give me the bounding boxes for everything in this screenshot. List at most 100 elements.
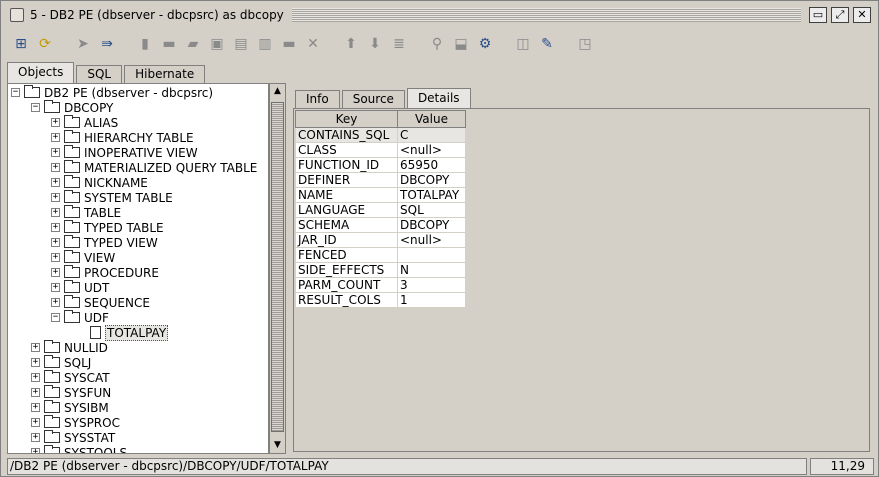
table-row[interactable]: JAR_ID <null> (295, 232, 466, 248)
close-button[interactable]: ✕ (853, 7, 871, 23)
refresh-icon[interactable]: ⟳ (36, 35, 54, 53)
expand-icon[interactable]: + (51, 238, 60, 247)
expand-icon[interactable]: + (51, 118, 60, 127)
list-icon[interactable]: ≣ (390, 35, 408, 53)
restore-button[interactable]: ▭ (809, 7, 827, 23)
expand-icon[interactable]: + (31, 358, 40, 367)
table-row[interactable]: CONTAINS_SQL C (295, 127, 466, 143)
tab-objects[interactable]: Objects (7, 62, 75, 83)
expand-icon[interactable]: + (51, 253, 60, 262)
scroll-down-icon[interactable]: ▼ (270, 438, 285, 453)
expand-icon[interactable]: + (51, 268, 60, 277)
collapse-icon[interactable]: − (11, 88, 20, 97)
tree-node-udf[interactable]: − UDF (51, 310, 109, 325)
tree-node[interactable]: + PROCEDURE (51, 265, 159, 280)
tab-details[interactable]: Details (406, 88, 471, 108)
compare-icon[interactable]: ◫ (514, 35, 532, 53)
table-row[interactable]: FUNCTION_ID 65950 (295, 157, 466, 173)
expand-icon[interactable]: + (51, 133, 60, 142)
tree-node[interactable]: + SQLJ (31, 355, 91, 370)
run-icon[interactable]: ➤ (74, 35, 92, 53)
tab-info[interactable]: Info (295, 90, 340, 108)
table-row[interactable]: LANGUAGE SQL (295, 202, 466, 218)
tree-node-schema[interactable]: − DBCOPY (31, 100, 113, 115)
tree-node[interactable]: + SYSCAT (31, 370, 110, 385)
object-tree[interactable]: − DB2 PE (dbserver - dbcpsrc) − DBCOPY +… (7, 83, 269, 454)
search-icon[interactable]: ⚲ (428, 35, 446, 53)
table-row[interactable]: NAME TOTALPAY (295, 187, 466, 203)
expand-icon[interactable]: + (31, 433, 40, 442)
details-panel: Info Source Details Key Value CONTAINS_S… (290, 83, 873, 454)
tree-node-totalpay[interactable]: TOTALPAY (90, 324, 169, 341)
delete-icon[interactable]: ✕ (304, 35, 322, 53)
table-row[interactable]: FENCED (295, 247, 466, 263)
copy-icon[interactable]: ▥ (256, 35, 274, 53)
tab-source[interactable]: Source (341, 90, 405, 108)
save-all-icon[interactable]: ▤ (232, 35, 250, 53)
move-up-icon[interactable]: ⬆ (342, 35, 360, 53)
expand-icon[interactable]: + (51, 298, 60, 307)
expand-icon[interactable]: + (31, 448, 40, 453)
tree-node[interactable]: + HIERARCHY TABLE (51, 130, 194, 145)
column-header-value[interactable]: Value (397, 110, 466, 128)
tab-sql[interactable]: SQL (76, 65, 123, 83)
open-icon[interactable]: ▬ (160, 35, 178, 53)
connect-icon[interactable]: ⊞ (12, 35, 30, 53)
save-icon[interactable]: ▣ (208, 35, 226, 53)
tree-node[interactable]: + SYSTEM TABLE (51, 190, 173, 205)
tree-node[interactable]: + NICKNAME (51, 175, 148, 190)
column-header-key[interactable]: Key (295, 110, 398, 128)
new-icon[interactable]: ▮ (136, 35, 154, 53)
expand-icon[interactable]: + (51, 193, 60, 202)
tree-node-root[interactable]: − DB2 PE (dbserver - dbcpsrc) (11, 85, 213, 100)
table-row[interactable]: DEFINER DBCOPY (295, 172, 466, 188)
expand-icon[interactable]: + (31, 403, 40, 412)
tree-node[interactable]: + SYSTOOLS (31, 445, 127, 453)
tree-node[interactable]: + SYSPROC (31, 415, 120, 430)
tree-node[interactable]: + ALIAS (51, 115, 118, 130)
table-row[interactable]: CLASS <null> (295, 142, 466, 158)
tree-node[interactable]: + SEQUENCE (51, 295, 150, 310)
tree-scrollbar[interactable]: ▲ ▼ (269, 83, 286, 454)
settings-icon[interactable]: ⚙ (476, 35, 494, 53)
expand-icon[interactable]: + (31, 388, 40, 397)
expand-icon[interactable]: + (51, 148, 60, 157)
edit-icon[interactable]: ▰ (184, 35, 202, 53)
expand-icon[interactable]: + (31, 373, 40, 382)
maximize-button[interactable]: ⤢ (831, 7, 849, 23)
title-bar-grip[interactable] (291, 8, 801, 22)
expand-icon[interactable]: + (31, 343, 40, 352)
cut-icon[interactable]: ▬ (280, 35, 298, 53)
tree-node[interactable]: + TABLE (51, 205, 121, 220)
export-icon[interactable]: ⬓ (452, 35, 470, 53)
expand-icon[interactable]: + (51, 223, 60, 232)
tree-node[interactable]: + TYPED TABLE (51, 220, 164, 235)
table-row[interactable]: RESULT_COLS 1 (295, 292, 466, 308)
tree-node[interactable]: + NULLID (31, 340, 108, 355)
collapse-icon[interactable]: − (51, 313, 60, 322)
tree-node[interactable]: + SYSIBM (31, 400, 109, 415)
tree-node[interactable]: + SYSSTAT (31, 430, 115, 445)
tree-node[interactable]: + MATERIALIZED QUERY TABLE (51, 160, 257, 175)
properties-icon[interactable]: ◳ (576, 35, 594, 53)
tree-node[interactable]: + UDT (51, 280, 109, 295)
tree-node[interactable]: + INOPERATIVE VIEW (51, 145, 198, 160)
table-row[interactable]: SCHEMA DBCOPY (295, 217, 466, 233)
move-down-icon[interactable]: ⬇ (366, 35, 384, 53)
tab-hibernate[interactable]: Hibernate (124, 65, 206, 83)
collapse-icon[interactable]: − (31, 103, 40, 112)
expand-icon[interactable]: + (51, 208, 60, 217)
expand-icon[interactable]: + (31, 418, 40, 427)
expand-icon[interactable]: + (51, 163, 60, 172)
scroll-up-icon[interactable]: ▲ (270, 84, 285, 99)
execute-icon[interactable]: ⇛ (98, 35, 116, 53)
tree-node[interactable]: + TYPED VIEW (51, 235, 158, 250)
tree-node[interactable]: + VIEW (51, 250, 115, 265)
table-row[interactable]: PARM_COUNT 3 (295, 277, 466, 293)
expand-icon[interactable]: + (51, 283, 60, 292)
scroll-thumb[interactable] (271, 102, 284, 432)
expand-icon[interactable]: + (51, 178, 60, 187)
script-icon[interactable]: ✎ (538, 35, 556, 53)
table-row[interactable]: SIDE_EFFECTS N (295, 262, 466, 278)
tree-node[interactable]: + SYSFUN (31, 385, 111, 400)
